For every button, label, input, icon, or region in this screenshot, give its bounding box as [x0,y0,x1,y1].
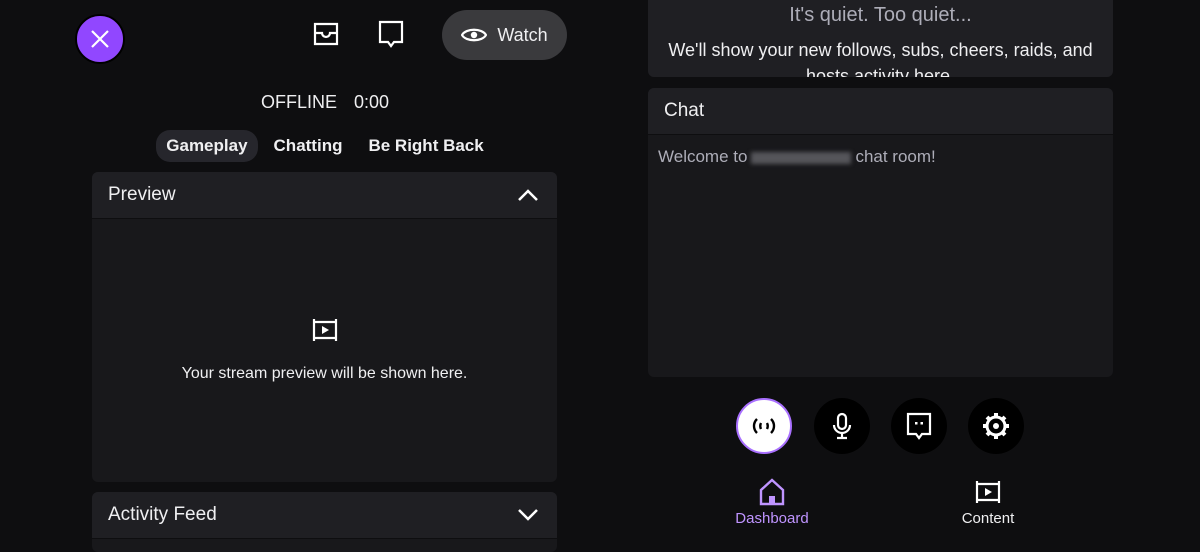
nav-dashboard[interactable]: Dashboard [722,478,822,527]
stream-mode-tabs: Gameplay Chatting Be Right Back [0,130,650,162]
welcome-prefix: Welcome to [658,147,748,166]
whispers-button[interactable] [371,14,411,54]
empty-text: We'll show your new follows, subs, cheer… [668,40,1093,77]
chat-bubble-icon [378,20,404,48]
chat-welcome-message: Welcome to chat room! [648,135,1113,179]
stream-time: 0:00 [353,92,390,112]
nav-content[interactable]: Content [938,478,1038,527]
preview-title: Preview [108,184,176,205]
preview-header[interactable]: Preview [92,172,557,219]
chat-panel: Chat Welcome to chat room! [648,88,1113,377]
video-frame-icon [312,319,337,341]
tab-chatting[interactable]: Chatting [264,130,353,162]
broadcast-icon [752,418,776,434]
activity-feed-panel: Activity Feed [92,492,557,552]
activity-empty-state: It's quiet. Too quiet... We'll show your… [648,0,1113,77]
chat-bubble-icon [906,412,932,440]
close-icon [91,30,109,48]
chat-header: Chat [648,88,1113,135]
tab-be-right-back[interactable]: Be Right Back [358,130,493,162]
chevron-up-icon[interactable] [517,188,539,202]
preview-message: Your stream preview will be shown here. [181,365,468,382]
microphone-button[interactable] [814,398,870,454]
go-live-button[interactable] [736,398,792,454]
chevron-down-icon[interactable] [517,508,539,522]
activity-feed-title: Activity Feed [108,504,217,525]
tab-gameplay[interactable]: Gameplay [156,130,258,162]
inbox-icon [313,22,339,46]
nav-content-label: Content [961,510,1015,527]
inbox-button[interactable] [306,14,346,54]
eye-icon [461,28,488,42]
redacted-username [751,151,852,164]
microphone-icon [832,412,852,440]
settings-button[interactable] [968,398,1024,454]
empty-title: It's quiet. Too quiet... [789,4,972,26]
nav-dashboard-label: Dashboard [735,510,809,527]
gear-icon [983,413,1009,439]
video-frame-icon [975,481,1001,503]
close-button[interactable] [75,14,125,64]
activity-feed-header[interactable]: Activity Feed [92,492,557,539]
preview-panel: Preview Your stream preview will be show… [92,172,557,482]
watch-label: Watch [497,24,548,45]
chat-button[interactable] [891,398,947,454]
watch-button[interactable]: Watch [442,10,567,60]
stream-state: OFFLINE [260,92,337,112]
home-icon [759,478,785,506]
chat-title: Chat [664,100,705,121]
welcome-suffix: chat room! [855,147,936,166]
stream-status: OFFLINE 0:00 [0,92,650,113]
